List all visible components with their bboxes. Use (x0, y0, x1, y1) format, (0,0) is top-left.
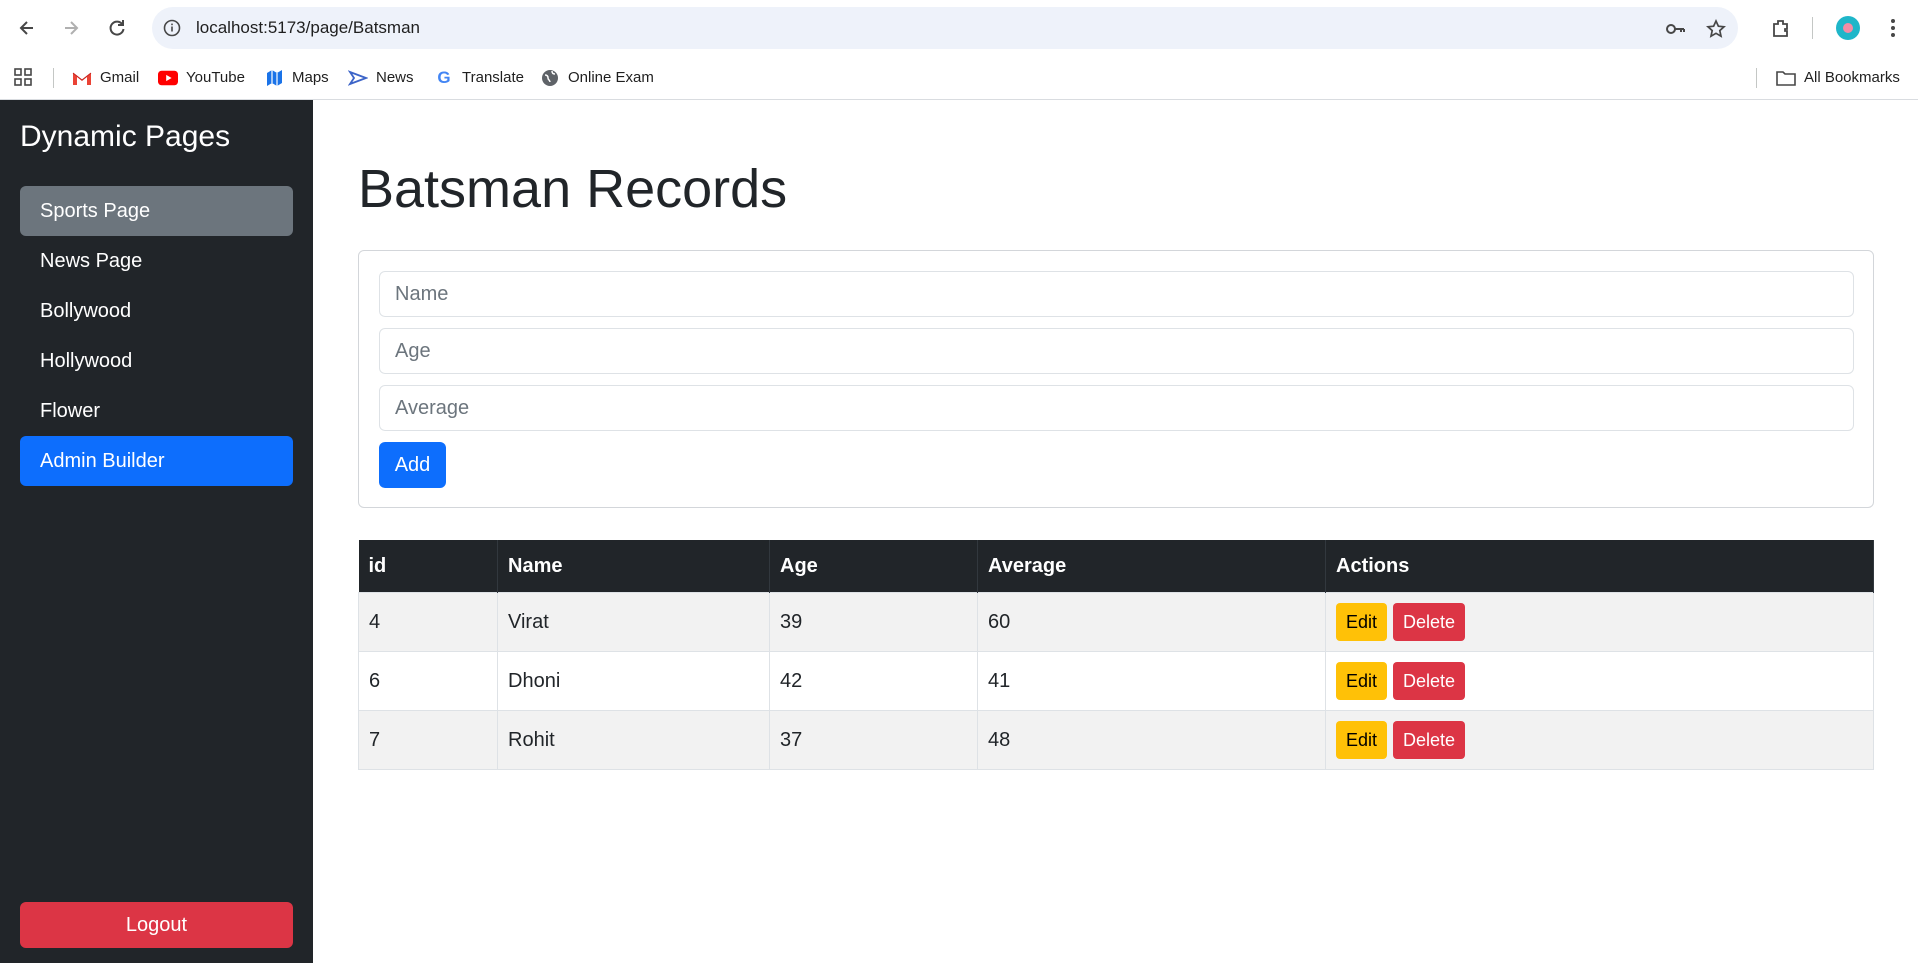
bookmarks-bar: Gmail YouTube Maps News G Translate Onli… (0, 56, 1918, 100)
cell-id: 7 (358, 710, 498, 770)
age-input[interactable] (379, 328, 1854, 374)
bookmark-star-icon[interactable] (1705, 18, 1727, 40)
menu-kebab-icon[interactable] (1878, 13, 1908, 43)
add-batsman-form: Add (358, 250, 1874, 508)
page-title: Batsman Records (358, 159, 788, 219)
bookmark-label: YouTube (186, 69, 245, 86)
bookmark-translate[interactable]: G Translate (434, 56, 524, 99)
cell-age: 42 (769, 651, 978, 711)
add-button[interactable]: Add (379, 442, 446, 488)
edit-button[interactable]: Edit (1336, 721, 1388, 759)
cell-name: Rohit (497, 710, 770, 770)
cell-id: 4 (358, 592, 498, 652)
bookmark-label: Maps (292, 69, 329, 86)
edit-button[interactable]: Edit (1336, 662, 1388, 700)
cell-name: Virat (497, 592, 770, 652)
cell-average: 60 (977, 592, 1326, 652)
bookmarks-divider (1756, 68, 1757, 88)
table-row: 4 Virat 39 60 Edit Delete (358, 592, 1874, 652)
news-icon (348, 68, 368, 88)
globe-icon (540, 68, 560, 88)
reload-icon[interactable] (102, 13, 132, 43)
toolbar-divider (1812, 17, 1813, 39)
logout-button[interactable]: Logout (20, 902, 293, 948)
site-info-icon[interactable] (162, 18, 182, 38)
header-age: Age (769, 540, 978, 593)
cell-average: 41 (977, 651, 1326, 711)
sidebar-item-hollywood[interactable]: Hollywood (20, 336, 293, 386)
sidebar-item-flower[interactable]: Flower (20, 386, 293, 436)
delete-button[interactable]: Delete (1393, 603, 1466, 641)
bookmark-youtube[interactable]: YouTube (158, 56, 245, 99)
delete-button[interactable]: Delete (1393, 662, 1466, 700)
cell-average: 48 (977, 710, 1326, 770)
apps-grid-icon[interactable] (14, 68, 32, 91)
cell-age: 37 (769, 710, 978, 770)
bookmark-gmail[interactable]: Gmail (72, 56, 139, 99)
maps-icon (264, 68, 284, 88)
back-icon[interactable] (12, 13, 42, 43)
bookmark-label: Online Exam (568, 69, 654, 86)
url-text[interactable]: localhost:5173/page/Batsman (196, 7, 420, 49)
extensions-icon[interactable] (1766, 13, 1796, 43)
bookmark-online-exam[interactable]: Online Exam (540, 56, 654, 99)
average-input[interactable] (379, 385, 1854, 431)
sidebar-item-news-page[interactable]: News Page (20, 236, 293, 286)
browser-toolbar: localhost:5173/page/Batsman (0, 0, 1918, 56)
batsman-table: id Name Age Average Actions 4 Virat 39 6… (358, 540, 1874, 770)
bookmarks-divider (53, 68, 54, 88)
cell-age: 39 (769, 592, 978, 652)
bookmark-news[interactable]: News (348, 56, 414, 99)
bookmark-label: Translate (462, 69, 524, 86)
all-bookmarks-button[interactable]: All Bookmarks (1776, 56, 1900, 99)
delete-button[interactable]: Delete (1393, 721, 1466, 759)
bookmark-maps[interactable]: Maps (264, 56, 329, 99)
password-key-icon[interactable] (1664, 18, 1686, 40)
sidebar-item-sports-page[interactable]: Sports Page (20, 186, 293, 236)
sidebar-item-admin-builder[interactable]: Admin Builder (20, 436, 293, 486)
sidebar-item-bollywood[interactable]: Bollywood (20, 286, 293, 336)
table-row: 6 Dhoni 42 41 Edit Delete (358, 651, 1874, 711)
edit-button[interactable]: Edit (1336, 603, 1388, 641)
table-row: 7 Rohit 37 48 Edit Delete (358, 710, 1874, 770)
forward-icon[interactable] (56, 13, 86, 43)
header-actions: Actions (1325, 540, 1874, 593)
cell-name: Dhoni (497, 651, 770, 711)
all-bookmarks-label: All Bookmarks (1804, 69, 1900, 86)
cell-id: 6 (358, 651, 498, 711)
gmail-icon (72, 68, 92, 88)
youtube-icon (158, 68, 178, 88)
cell-actions: Edit Delete (1325, 651, 1874, 711)
name-input[interactable] (379, 271, 1854, 317)
folder-icon (1776, 68, 1796, 88)
cell-actions: Edit Delete (1325, 710, 1874, 770)
cell-actions: Edit Delete (1325, 592, 1874, 652)
google-icon: G (437, 67, 451, 87)
table-header-row: id Name Age Average Actions (358, 540, 1874, 593)
bookmark-label: Gmail (100, 69, 140, 86)
bookmark-label: News (376, 69, 414, 86)
address-bar[interactable]: localhost:5173/page/Batsman (152, 7, 1738, 49)
header-id: id (358, 540, 498, 593)
header-name: Name (497, 540, 770, 593)
header-average: Average (977, 540, 1326, 593)
sidebar-brand[interactable]: Dynamic Pages (20, 120, 230, 154)
profile-avatar[interactable] (1836, 16, 1860, 40)
avatar-figure-icon (1843, 23, 1853, 33)
